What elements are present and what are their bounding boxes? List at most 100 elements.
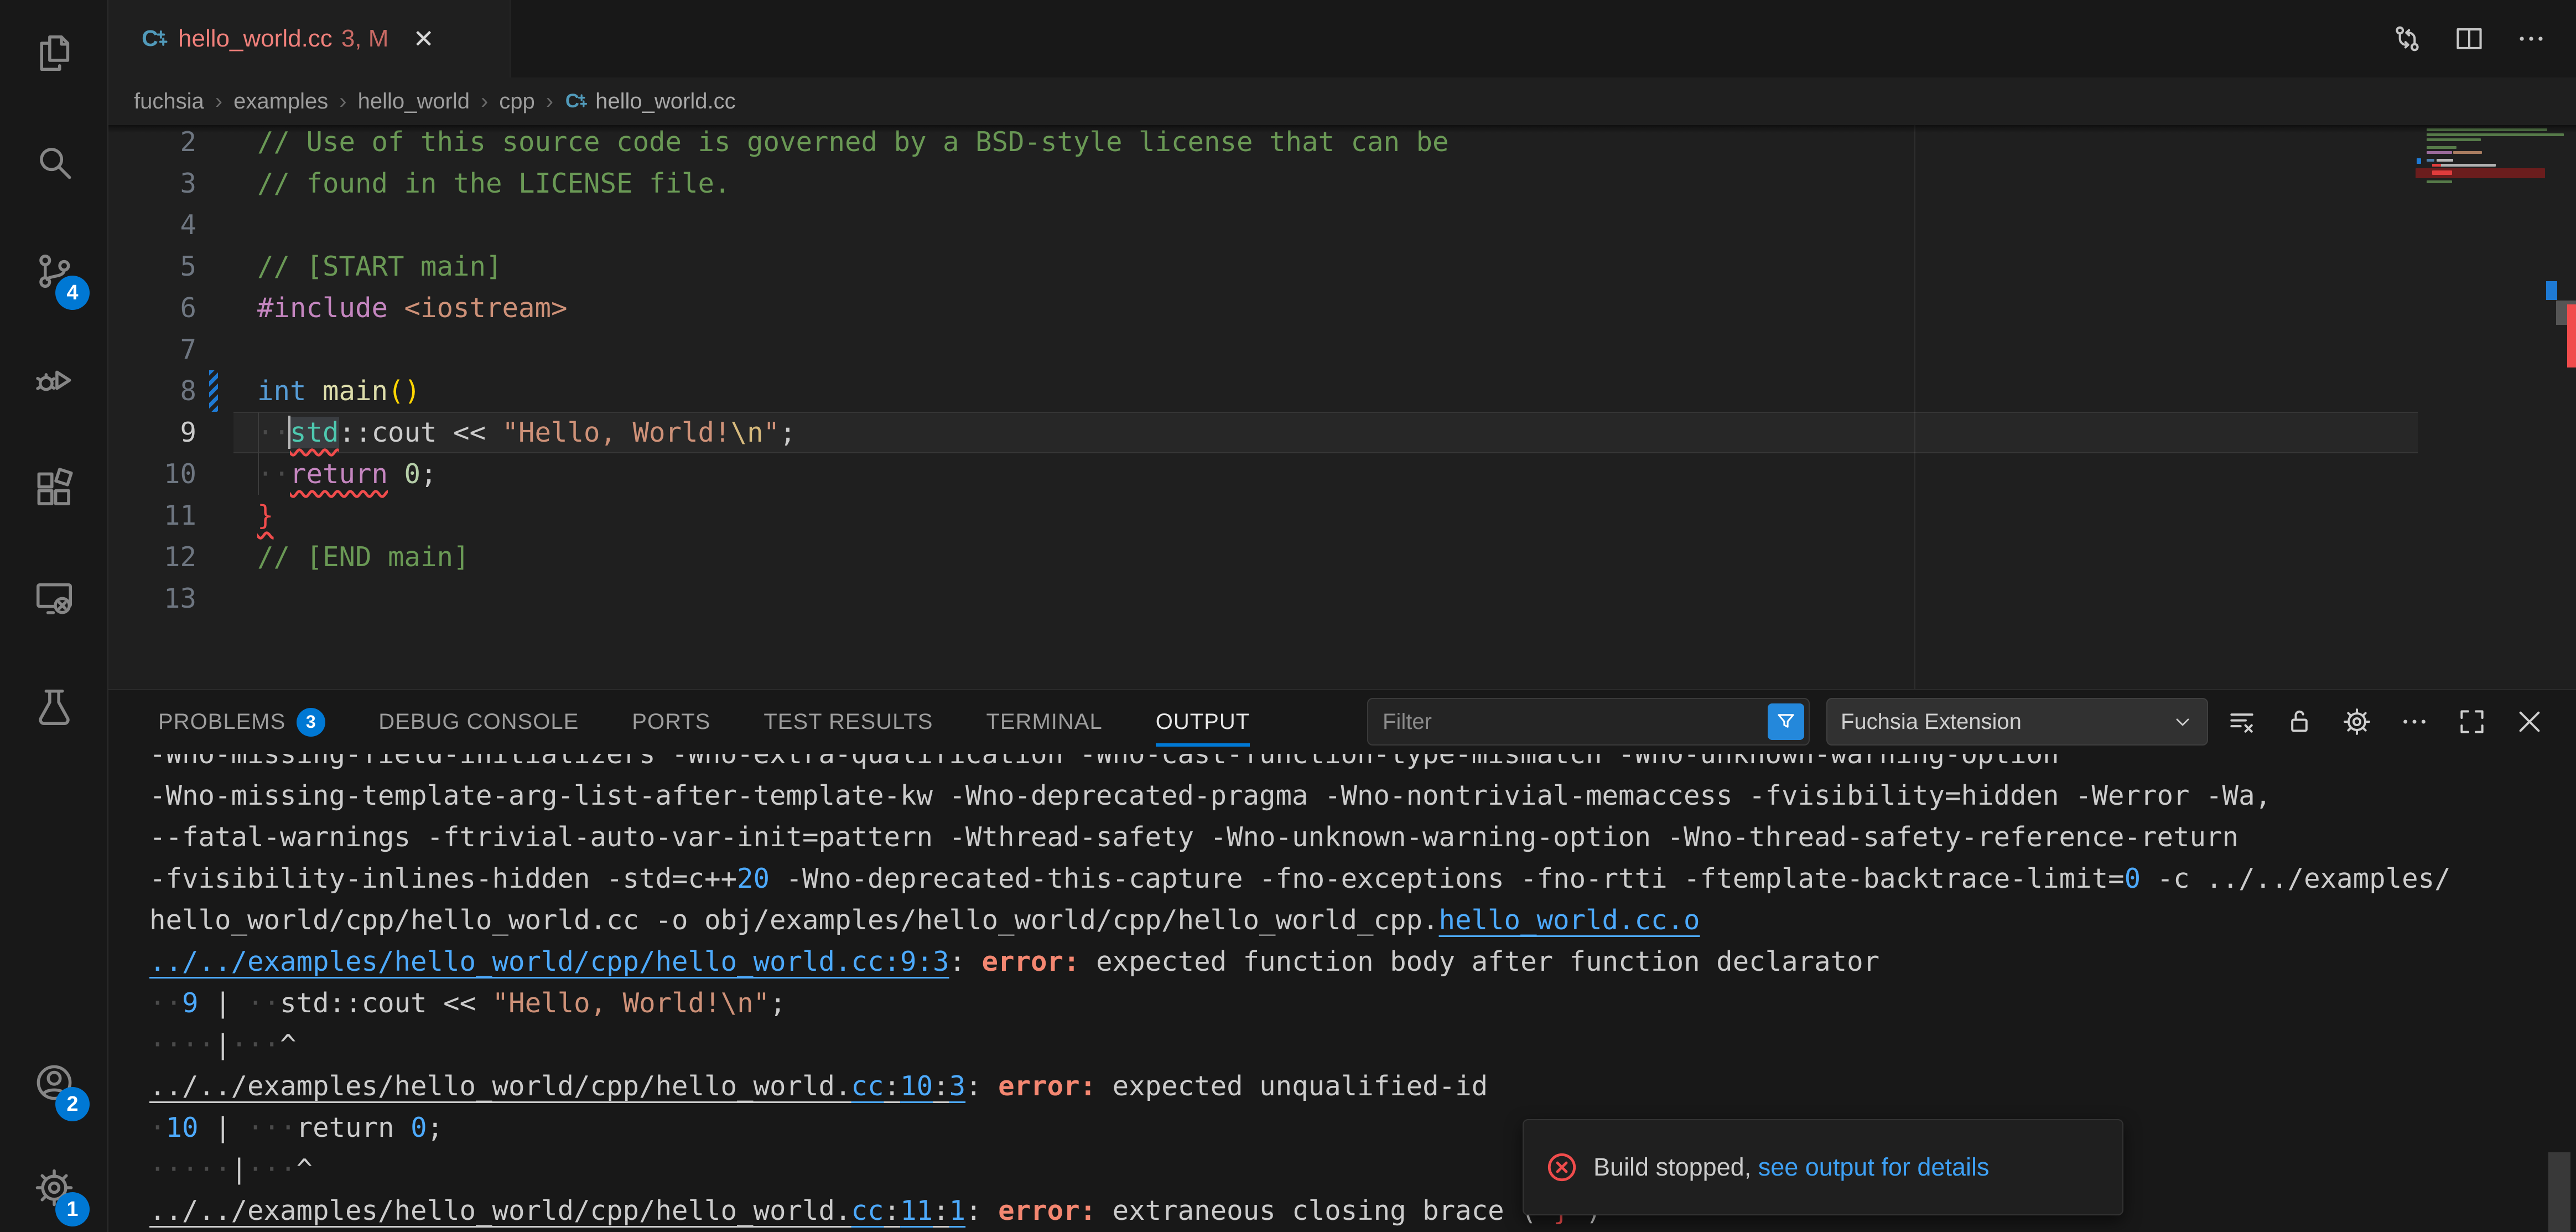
panel-tab-label: PROBLEMS — [158, 710, 285, 734]
tab-bar: C hello_world.cc 3, M ✕ — [108, 0, 2576, 77]
minimap-line — [2432, 164, 2496, 167]
output-line: -Wno-missing-template-arg-list-after-tem… — [149, 775, 2271, 816]
activity-item-run-debug[interactable] — [0, 336, 108, 425]
modified-lines-indicator — [209, 370, 218, 412]
line-number: 6 — [108, 287, 196, 329]
output-filter — [1367, 698, 1810, 746]
output-line: -fvisibility-inlines-hidden -std=c++20 -… — [149, 858, 2451, 899]
panel-tab-terminal[interactable]: TERMINAL — [986, 710, 1102, 734]
more-actions-icon[interactable] — [2515, 23, 2547, 55]
panel-tab-test-results[interactable]: TEST RESULTS — [764, 710, 933, 734]
accounts-badge: 2 — [55, 1087, 90, 1121]
panel-tabs: PROBLEMS 3 DEBUG CONSOLE PORTS TEST RESULTS T… — [158, 708, 1303, 737]
settings-gear-icon[interactable] — [2341, 706, 2372, 737]
panel-tab-label: DEBUG CONSOLE — [378, 710, 579, 734]
source-control-badge: 4 — [55, 276, 90, 310]
testing-icon — [33, 686, 76, 729]
panel-actions — [2226, 698, 2545, 746]
breadcrumb-item-examples[interactable]: examples — [233, 89, 328, 114]
code-line-8: int main() — [257, 370, 420, 412]
breadcrumb-item-hello_world[interactable]: hello_world — [358, 89, 470, 114]
split-editor-icon[interactable] — [2453, 23, 2485, 55]
breadcrumb-item-file[interactable]: Chello_world.cc — [564, 89, 735, 114]
problems-count-badge: 3 — [297, 708, 325, 737]
cpp-file-icon: C — [564, 89, 589, 113]
minimap-line — [2427, 180, 2452, 183]
line-number: 10 — [108, 453, 196, 495]
filter-input[interactable] — [1368, 710, 1768, 734]
clear-output-icon[interactable] — [2226, 706, 2257, 737]
minimap-line — [2427, 151, 2452, 154]
panel-tab-label: OUTPUT — [1156, 710, 1250, 734]
column-ruler — [1914, 125, 1915, 690]
line-number: 13 — [108, 578, 196, 619]
breadcrumb: fuchsia›examples›hello_world›cpp›Chello_… — [108, 77, 2576, 125]
panel-header: PROBLEMS 3 DEBUG CONSOLE PORTS TEST RESULTS T… — [108, 690, 2576, 754]
close-tab-icon[interactable]: ✕ — [413, 24, 434, 54]
activity-item-source-control[interactable]: 4 — [0, 227, 108, 315]
output-line: ··9 | ··std::cout << "Hello, World!\n"; — [149, 982, 786, 1024]
maximize-panel-icon[interactable] — [2456, 706, 2487, 737]
output-line: --fatal-warnings -ftrivial-auto-var-init… — [149, 816, 2239, 858]
minimap-line — [2427, 159, 2434, 162]
output-line: ../../examples/hello_world/cpp/hello_wor… — [149, 1190, 1602, 1231]
code-line-12: // [END main] — [257, 536, 470, 578]
activity-bar: 4 2 1 — [0, 0, 108, 1232]
filter-icon[interactable] — [1768, 703, 1804, 740]
cpp-file-icon: C — [141, 24, 169, 53]
notification-link[interactable]: see output for details — [1758, 1153, 1990, 1182]
close-panel-icon[interactable] — [2514, 706, 2545, 737]
output-line: ../../examples/hello_world/cpp/hello_wor… — [149, 1065, 1488, 1107]
minimap-modified-mark — [2417, 158, 2421, 164]
minimap-line — [2453, 151, 2482, 154]
panel-scrollbar[interactable] — [2548, 1152, 2570, 1232]
breadcrumb-separator: › — [215, 89, 222, 114]
open-changes-icon[interactable] — [2391, 23, 2423, 55]
explorer-icon — [33, 32, 76, 75]
code-line-3: // found in the LICENSE file. — [257, 163, 731, 204]
minimap-line — [2427, 146, 2456, 149]
line-number: 12 — [108, 536, 196, 578]
notification-toast[interactable]: Build stopped, see output for details — [1523, 1119, 2123, 1215]
line-number: 11 — [108, 495, 196, 536]
activity-item-accounts[interactable]: 2 — [0, 1038, 108, 1127]
panel-tab-ports[interactable]: PORTS — [632, 710, 710, 734]
minimap[interactable] — [2416, 125, 2545, 690]
text-cursor — [288, 416, 290, 449]
output-line: ·10 | ···return 0; — [149, 1107, 443, 1148]
code-editor[interactable]: 2345678910111213 // Use of this source c… — [108, 125, 2576, 690]
activity-item-extensions[interactable] — [0, 445, 108, 534]
line-number: 9 — [108, 412, 196, 453]
code-line-5: // [START main] — [257, 246, 502, 287]
panel-tab-debug-console[interactable]: DEBUG CONSOLE — [378, 710, 579, 734]
output-line: hello_world/cpp/hello_world.cc -o obj/ex… — [149, 899, 1700, 941]
breadcrumb-item-cpp[interactable]: cpp — [499, 89, 535, 114]
activity-item-settings[interactable]: 1 — [0, 1143, 108, 1232]
code-line-6: #include <iostream> — [257, 287, 568, 329]
minimap-error-mark — [2432, 164, 2441, 167]
output-channel-select[interactable]: Fuchsia Extension — [1826, 698, 2208, 746]
more-actions-icon[interactable] — [2399, 706, 2430, 737]
breadcrumb-separator: › — [339, 89, 346, 114]
output-line: ····|···^ — [149, 1024, 297, 1065]
error-circle-icon — [1546, 1151, 1578, 1183]
panel-tab-output[interactable]: OUTPUT — [1156, 710, 1250, 734]
line-number: 8 — [108, 370, 196, 412]
activity-item-explorer[interactable] — [0, 9, 108, 97]
breadcrumb-item-fuchsia[interactable]: fuchsia — [134, 89, 204, 114]
unlock-icon[interactable] — [2284, 706, 2315, 737]
tab-hello-world-cc[interactable]: C hello_world.cc 3, M ✕ — [108, 0, 511, 77]
activity-item-testing[interactable] — [0, 663, 108, 752]
output-line: ·····|···^ — [149, 1148, 313, 1190]
code-line-9: ··std::cout << "Hello, World!\n"; — [257, 412, 796, 453]
svg-text:C: C — [565, 90, 579, 112]
panel-tab-problems[interactable]: PROBLEMS 3 — [158, 708, 325, 737]
overview-error-mark — [2567, 304, 2576, 367]
code-line-10: ··return 0; — [257, 453, 437, 495]
activity-item-remote-explorer[interactable] — [0, 554, 108, 643]
remote-explorer-icon — [33, 577, 76, 620]
activity-item-search[interactable] — [0, 118, 108, 206]
tab-problems-modified-badge: 3, M — [341, 25, 389, 53]
panel-tab-label: TEST RESULTS — [764, 710, 933, 734]
editor-actions — [2391, 0, 2547, 77]
